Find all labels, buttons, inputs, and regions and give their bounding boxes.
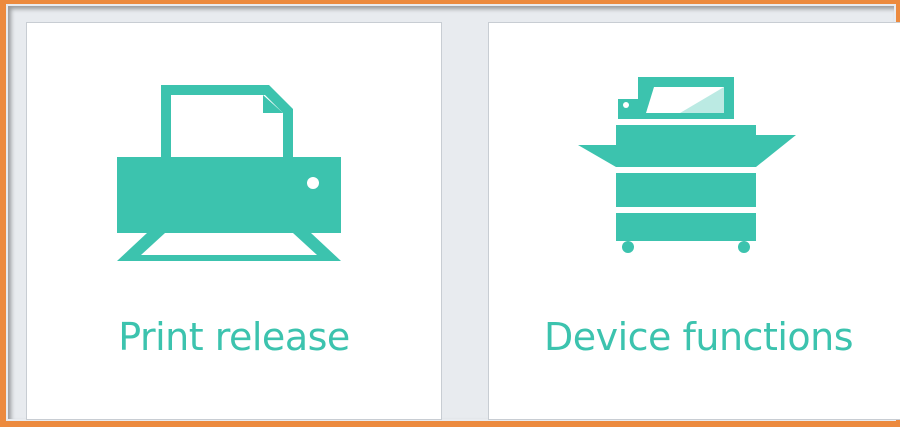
print-release-label: Print release — [118, 315, 350, 359]
device-functions-label: Device functions — [543, 315, 854, 359]
menu-panel: Print release Device functions — [8, 6, 900, 420]
device-functions-tile[interactable]: Device functions — [488, 22, 900, 420]
print-release-tile[interactable]: Print release — [26, 22, 442, 420]
copier-icon — [577, 77, 796, 253]
screenshot-frame: Print release Device functions — [0, 0, 900, 427]
printer-icon — [117, 85, 341, 261]
